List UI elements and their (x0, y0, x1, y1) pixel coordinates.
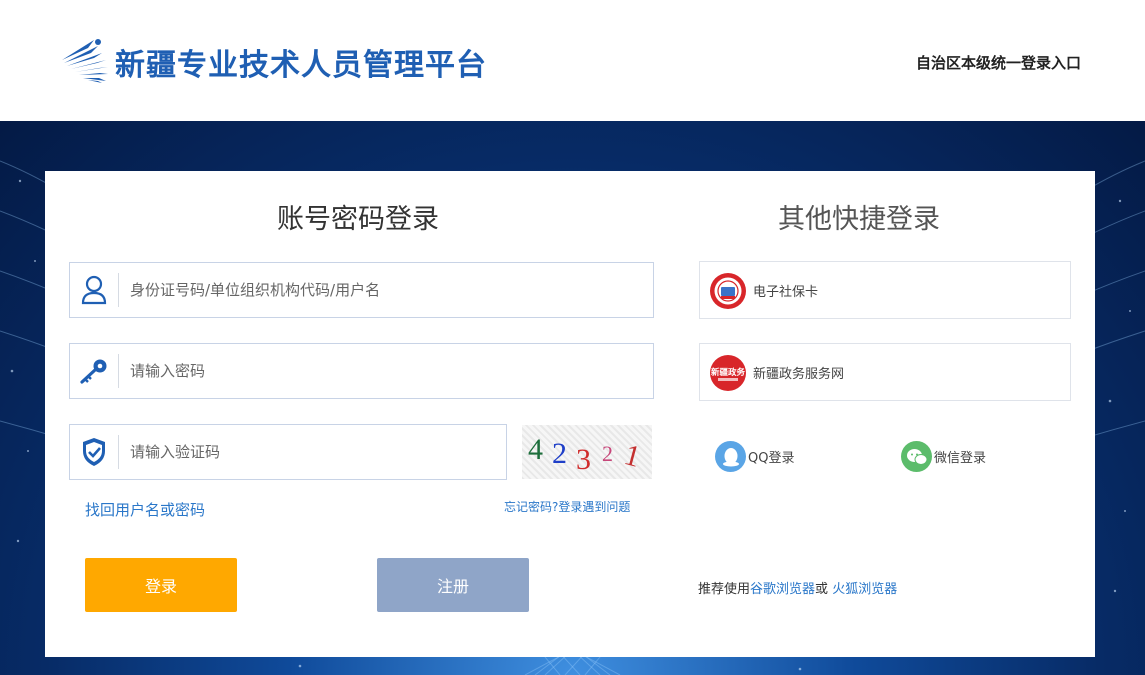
captcha-char: 2 (552, 437, 567, 470)
account-login-title: 账号密码登录 (277, 204, 439, 235)
xinjiang-gov-service-icon: 新疆政务 (710, 355, 746, 391)
gov-service-label: 新疆政务服务网 (753, 367, 845, 382)
password-input[interactable] (130, 356, 630, 386)
key-icon (70, 344, 118, 398)
username-field (69, 262, 654, 318)
username-input[interactable] (130, 275, 630, 305)
password-field (69, 343, 654, 399)
captcha-char: 1 (621, 438, 644, 474)
wechat-icon (901, 441, 932, 472)
user-icon (70, 263, 118, 317)
firefox-link[interactable]: 火狐浏览器 (832, 582, 897, 597)
social-security-card-label: 电子社保卡 (753, 285, 819, 300)
register-button[interactable]: 注册 (377, 558, 529, 612)
captcha-char: 2 (602, 441, 613, 466)
find-account-link[interactable]: 找回用户名或密码 (85, 499, 205, 520)
gov-service-login[interactable]: 新疆政务 新疆政务服务网 (699, 343, 1071, 401)
qq-icon (715, 441, 746, 472)
qq-login-label: QQ登录 (748, 451, 795, 466)
chrome-link[interactable]: 谷歌浏览器 (750, 582, 815, 597)
site-title: 新疆专业技术人员管理平台 (115, 48, 487, 83)
forgot-password-link[interactable]: 忘记密码?登录遇到问题 (504, 498, 630, 515)
captcha-char: 4 (528, 433, 543, 466)
captcha-char: 3 (576, 443, 591, 476)
header: 新疆专业技术人员管理平台 自治区本级统一登录入口 (0, 0, 1145, 121)
field-divider (118, 354, 119, 388)
wechat-login-label: 微信登录 (934, 451, 987, 466)
logo-mark-icon (62, 39, 108, 83)
social-security-card-icon (710, 273, 746, 309)
field-divider (118, 273, 119, 307)
captcha-input[interactable] (130, 437, 490, 467)
login-button[interactable]: 登录 (85, 558, 237, 612)
captcha-image[interactable]: 4 2 3 2 1 (522, 425, 652, 479)
login-card: 账号密码登录 其他快捷登录 身份证号码/单位组织机构代码/用户名 请输入验证码 … (45, 171, 1095, 657)
gov-service-icon-text: 新疆政务 (711, 367, 746, 378)
site-logo[interactable]: 新疆专业技术人员管理平台 (58, 36, 518, 86)
quick-login-title: 其他快捷登录 (778, 204, 940, 235)
qq-login[interactable]: QQ登录 (715, 441, 794, 472)
field-divider (118, 435, 119, 469)
shield-check-icon (70, 425, 118, 479)
wechat-login[interactable]: 微信登录 (901, 441, 986, 472)
browser-recommendation: 推荐使用谷歌浏览器或 火狐浏览器 (698, 578, 897, 597)
recommend-or: 或 (815, 582, 829, 597)
entry-label: 自治区本级统一登录入口 (915, 54, 1081, 72)
recommend-prefix: 推荐使用 (698, 582, 751, 597)
social-security-card-login[interactable]: 电子社保卡 (699, 261, 1071, 319)
captcha-field (69, 424, 507, 480)
